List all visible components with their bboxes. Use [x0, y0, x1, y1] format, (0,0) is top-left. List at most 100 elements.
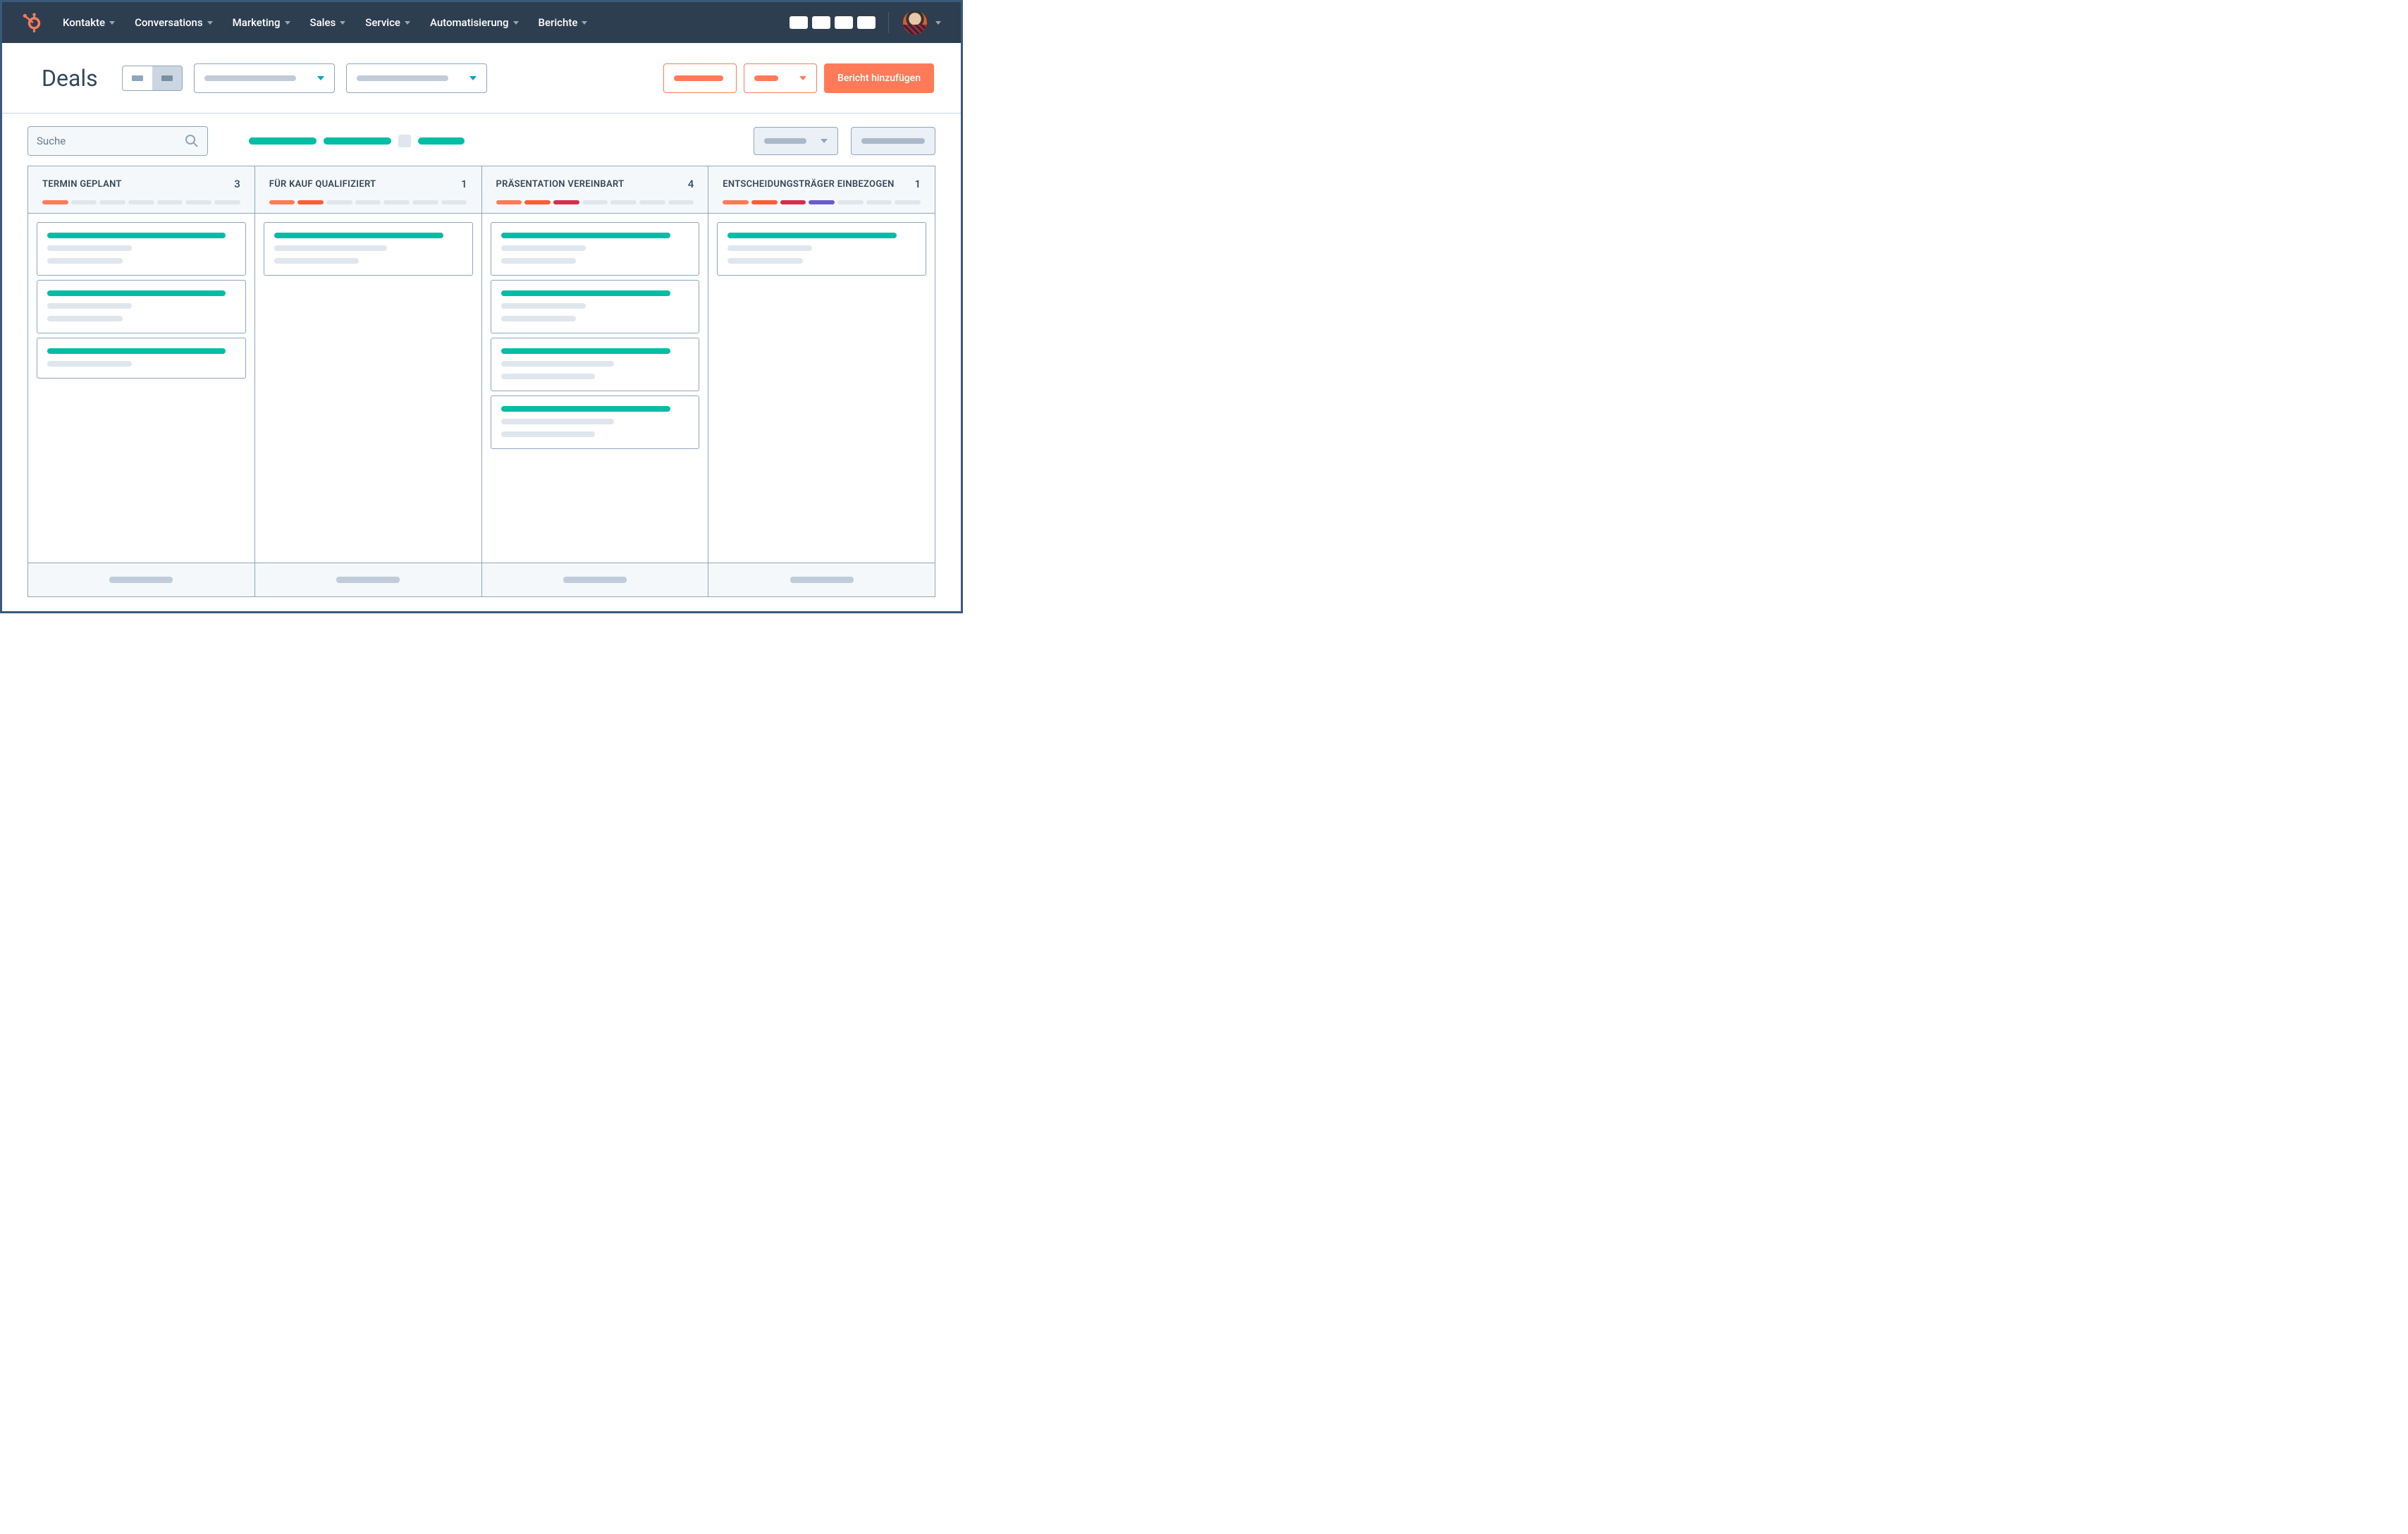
progress-segment	[383, 200, 410, 204]
column-count: 1	[914, 178, 921, 190]
view-toggle-list[interactable]	[123, 66, 152, 90]
chevron-down-icon	[405, 21, 410, 25]
chevron-down-icon	[799, 76, 806, 80]
progress-segment	[185, 200, 211, 204]
progress-segment	[553, 200, 579, 204]
card-line	[501, 316, 577, 321]
progress-segment	[639, 200, 665, 204]
column-header: TERMIN GEPLANT3	[28, 166, 254, 214]
nav-item-label: Kontakte	[63, 16, 105, 29]
nav-action-2[interactable]	[812, 16, 830, 29]
nav-item-label: Conversations	[135, 16, 203, 29]
add-report-label: Bericht hinzufügen	[837, 73, 921, 84]
filter-3[interactable]	[418, 137, 465, 145]
chevron-down-icon	[309, 139, 317, 143]
nav-item-label: Berichte	[539, 16, 578, 29]
footer-placeholder	[563, 577, 627, 583]
card-line	[47, 303, 132, 309]
nav-item-berichte[interactable]: Berichte	[539, 16, 588, 29]
column-footer[interactable]	[28, 563, 254, 596]
chevron-down-icon[interactable]	[935, 21, 941, 25]
filter-square[interactable]	[398, 135, 411, 147]
progress-segment	[157, 200, 183, 204]
column-footer[interactable]	[255, 563, 481, 596]
card-line	[501, 374, 595, 379]
toolbar: Suche	[2, 113, 961, 166]
progress-segment	[355, 200, 381, 204]
options-dropdown[interactable]	[851, 127, 935, 155]
deals-board: TERMIN GEPLANT3FÜR KAUF QUALIFIZIERT1PRÄ…	[2, 166, 961, 597]
card-line	[47, 245, 132, 251]
nav-item-conversations[interactable]: Conversations	[135, 16, 213, 29]
card-line	[501, 233, 670, 238]
column-title: PRÄSENTATION VEREINBART	[496, 179, 625, 190]
app-logo[interactable]	[22, 13, 42, 32]
progress-segment	[214, 200, 240, 204]
progress-indicator	[42, 200, 240, 204]
footer-placeholder	[109, 577, 173, 583]
card-line	[501, 431, 595, 437]
deal-card[interactable]	[491, 280, 700, 333]
card-line	[47, 361, 132, 367]
action-dropdown-1[interactable]	[663, 63, 737, 93]
deal-card[interactable]	[264, 222, 473, 276]
deal-card[interactable]	[37, 338, 246, 379]
column-body	[255, 214, 481, 563]
card-line	[47, 348, 226, 354]
pipeline-dropdown[interactable]	[194, 63, 335, 93]
deal-card[interactable]	[491, 338, 700, 391]
column-body	[28, 214, 254, 563]
progress-segment	[297, 200, 324, 204]
add-report-button[interactable]: Bericht hinzufügen	[824, 63, 934, 93]
top-nav-right	[790, 11, 941, 35]
column-count: 4	[688, 178, 694, 190]
chevron-down-icon	[109, 21, 115, 25]
filter-2[interactable]	[324, 137, 391, 145]
search-input[interactable]: Suche	[27, 126, 208, 156]
progress-segment	[610, 200, 637, 204]
nav-item-service[interactable]: Service	[365, 16, 410, 29]
column-header: PRÄSENTATION VEREINBART 4	[482, 166, 708, 214]
card-line	[501, 348, 670, 354]
progress-segment	[582, 200, 608, 204]
nav-action-3[interactable]	[835, 16, 853, 29]
column-header: FÜR KAUF QUALIFIZIERT1	[255, 166, 481, 214]
filter-1[interactable]	[249, 137, 317, 145]
column-body	[482, 214, 708, 563]
card-line	[501, 406, 670, 412]
chevron-down-icon	[207, 21, 213, 25]
nav-action-4[interactable]	[857, 16, 876, 29]
nav-item-sales[interactable]: Sales	[310, 16, 346, 29]
deal-card[interactable]	[717, 222, 926, 276]
progress-segment	[42, 200, 68, 204]
page-header: Deals Bericht hinzufügen	[2, 43, 961, 113]
deal-card[interactable]	[37, 222, 246, 276]
card-line	[274, 258, 359, 264]
nav-item-automatisierung[interactable]: Automatisierung	[430, 16, 519, 29]
sort-dropdown[interactable]	[754, 127, 838, 155]
view-toggle-board[interactable]	[152, 66, 182, 90]
deal-card[interactable]	[491, 395, 700, 449]
progress-segment	[99, 200, 125, 204]
deal-card[interactable]	[491, 222, 700, 276]
deal-card[interactable]	[37, 280, 246, 333]
card-line	[501, 258, 577, 264]
user-avatar[interactable]	[903, 11, 927, 35]
nav-item-marketing[interactable]: Marketing	[233, 16, 290, 29]
nav-item-kontakte[interactable]: Kontakte	[63, 16, 115, 29]
filter-group	[249, 135, 465, 147]
column-footer[interactable]	[708, 563, 935, 596]
nav-action-1[interactable]	[790, 16, 808, 29]
column-title: FÜR KAUF QUALIFIZIERT	[269, 179, 376, 190]
progress-segment	[269, 200, 295, 204]
search-placeholder: Suche	[37, 135, 179, 147]
divider	[888, 12, 889, 33]
card-line	[274, 245, 387, 251]
footer-placeholder	[336, 577, 400, 583]
card-line	[727, 245, 812, 251]
progress-segment	[128, 200, 154, 204]
column-footer[interactable]	[482, 563, 708, 596]
action-dropdown-2[interactable]	[744, 63, 817, 93]
view-toggle	[122, 66, 183, 91]
owner-dropdown[interactable]	[346, 63, 487, 93]
